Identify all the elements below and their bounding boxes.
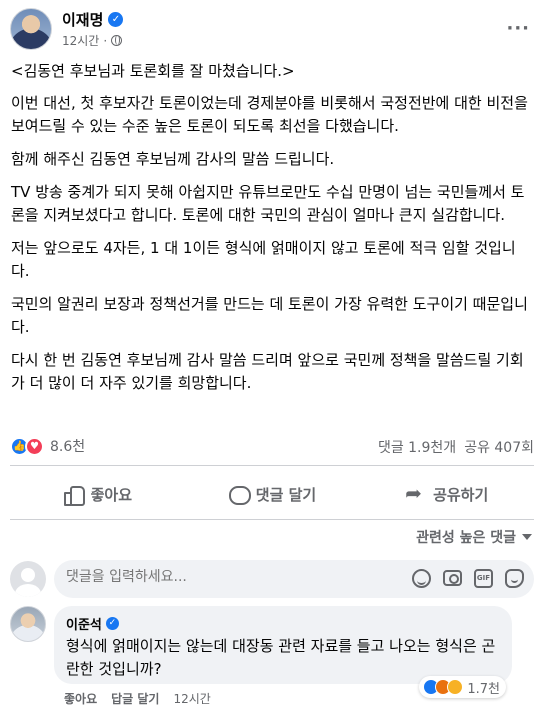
- author-avatar[interactable]: [10, 8, 52, 50]
- comment-reactions-count: 1.7천: [467, 681, 500, 697]
- post-time[interactable]: 12시간: [62, 32, 99, 49]
- reactions-count: 8.6천: [50, 439, 86, 455]
- comment-text: 형식에 얽매이지는 않는데 대장동 관련 자료를 들고 나오는 형식은 곤란한 …: [66, 637, 496, 678]
- post-paragraph: TV 방송 중계가 되지 못해 아쉽지만 유튜브로만도 수십 만명이 넘는 국민…: [11, 183, 525, 224]
- comment-icon: [228, 484, 251, 505]
- chevron-down-icon: [522, 534, 532, 540]
- comment-time[interactable]: 12시간: [173, 690, 210, 707]
- author-name-row: 이재명 ✓: [62, 9, 124, 30]
- divider: [10, 519, 534, 520]
- more-icon[interactable]: ···: [506, 18, 530, 39]
- post-title: <김동연 후보님과 토론회를 잘 마쳤습니다.>: [11, 62, 295, 80]
- post-text: <김동연 후보님과 토론회를 잘 마쳤습니다.> 이번 대선, 첫 후보자간 토…: [11, 60, 534, 405]
- author-name[interactable]: 이재명: [62, 9, 103, 30]
- comment-label: 댓글 달기: [255, 485, 317, 504]
- comment-sort-dropdown[interactable]: 관련성 높은 댓글: [416, 527, 532, 547]
- sort-label: 관련성 높은 댓글: [416, 530, 516, 546]
- comment-reply-button[interactable]: 답글 달기: [111, 690, 159, 707]
- verified-icon: ✓: [108, 12, 124, 27]
- comment-bubble: 이준석 ✓ 형식에 얽매이지는 않는데 대장동 관련 자료를 들고 나오는 형식…: [54, 606, 512, 698]
- comment-composer: GIF: [10, 560, 534, 598]
- post-paragraph: 이번 대선, 첫 후보자간 토론이었는데 경제분야를 비롯해서 국정전반에 대한…: [11, 94, 528, 135]
- haha-reaction-icon: [447, 679, 464, 695]
- comment-input-box[interactable]: GIF: [54, 560, 534, 598]
- comment-like-button[interactable]: 좋아요: [64, 690, 97, 707]
- share-label: 공유하기: [433, 485, 489, 504]
- my-avatar[interactable]: [10, 561, 46, 597]
- post-stats: 👍 ♥ 8.6천 댓글 1.9천개 공유 407회: [10, 434, 534, 458]
- shares-count[interactable]: 공유 407회: [464, 437, 534, 457]
- commenter-avatar[interactable]: [10, 606, 46, 642]
- sticker-icon[interactable]: [505, 569, 524, 588]
- comment-reactions[interactable]: 1.7천: [419, 676, 506, 698]
- divider: [10, 465, 534, 466]
- like-button[interactable]: 좋아요: [10, 470, 185, 518]
- post-paragraph: 국민의 알권리 보장과 정책선거를 만드는 데 토론이 가장 유력한 도구이기 …: [11, 295, 528, 336]
- commenter-name[interactable]: 이준석: [66, 614, 102, 633]
- emoji-icon[interactable]: [412, 569, 431, 588]
- post-paragraph: 다시 한 번 김동연 후보님께 감사 말씀 드리며 앞으로 국민께 정책을 말씀…: [11, 351, 524, 392]
- camera-icon[interactable]: [443, 570, 462, 586]
- love-reaction-icon: ♥: [25, 436, 44, 456]
- share-button[interactable]: 공유하기: [359, 470, 534, 518]
- post-actions: 좋아요 댓글 달기 공유하기: [10, 470, 534, 518]
- post-paragraph: 저는 앞으로도 4자든, 1 대 1이든 형식에 얽매이지 않고 토론에 적극 …: [11, 239, 516, 280]
- post-header: 이재명 ✓ 12시간 · ···: [10, 8, 534, 52]
- like-icon: [63, 484, 85, 506]
- verified-icon: ✓: [105, 617, 119, 630]
- comments-count[interactable]: 댓글 1.9천개: [378, 437, 456, 457]
- like-label: 좋아요: [90, 485, 133, 504]
- reactions-summary[interactable]: 👍 ♥ 8.6천: [10, 436, 85, 456]
- post-meta: 12시간 ·: [62, 32, 123, 49]
- post-paragraph: 함께 해주신 김동연 후보님께 감사의 말씀 드립니다.: [11, 150, 335, 168]
- comment-button[interactable]: 댓글 달기: [185, 470, 360, 518]
- comment-input[interactable]: [66, 569, 396, 585]
- gif-icon[interactable]: GIF: [474, 569, 493, 588]
- globe-icon: [111, 35, 123, 46]
- share-icon: [405, 481, 425, 505]
